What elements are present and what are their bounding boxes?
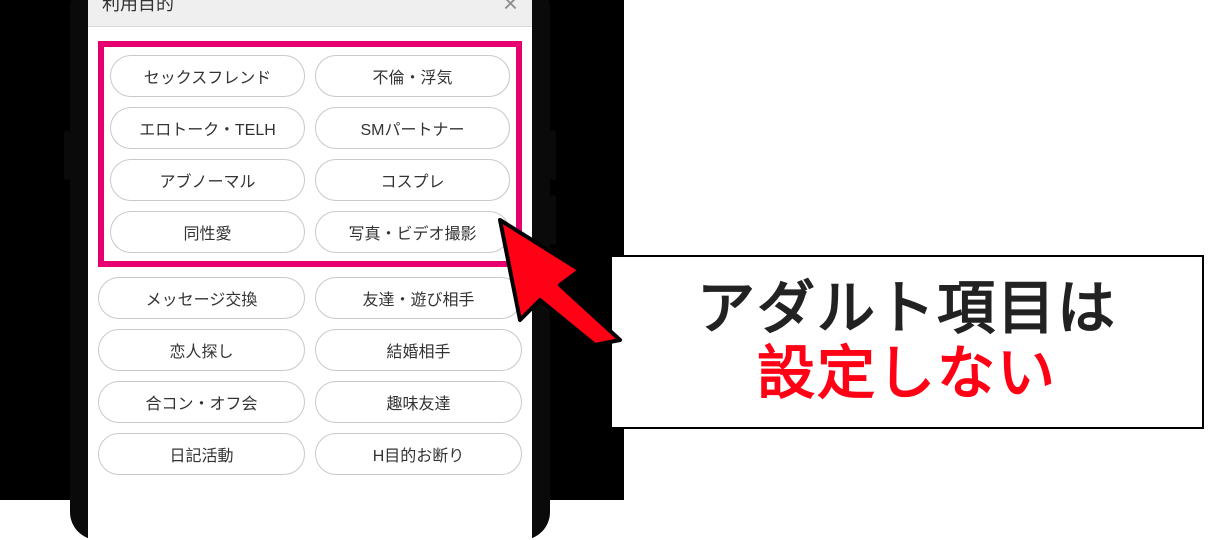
purpose-chip[interactable]: 写真・ビデオ撮影 [315,211,510,253]
chip-row: 恋人探し 結婚相手 [98,329,522,371]
chip-row: 日記活動 H目的お断り [98,433,522,475]
phone-side-button [550,195,556,245]
purpose-chip[interactable]: コスプレ [315,159,510,201]
purpose-chip[interactable]: 同性愛 [110,211,305,253]
modal-body: セックスフレンド 不倫・浮気 エロトーク・TELH SMパートナー アブノーマル… [88,27,532,475]
purpose-chip[interactable]: 恋人探し [98,329,305,371]
purpose-chip[interactable]: 趣味友達 [315,381,522,423]
chip-row: セックスフレンド 不倫・浮気 [110,55,510,97]
adult-options-highlight: セックスフレンド 不倫・浮気 エロトーク・TELH SMパートナー アブノーマル… [98,41,522,267]
chip-row: 同性愛 写真・ビデオ撮影 [110,211,510,253]
phone-frame: 利用目的 × セックスフレンド 不倫・浮気 エロトーク・TELH SMパートナー… [70,0,550,540]
modal-title: 利用目的 [102,0,174,16]
phone-side-button [64,130,70,180]
modal-header: 利用目的 × [88,0,532,27]
callout-line-1: アダルト項目は [697,277,1117,342]
purpose-chip[interactable]: 結婚相手 [315,329,522,371]
callout-line-2: 設定しない [757,342,1057,407]
phone-side-button [550,130,556,180]
phone-screen: 利用目的 × セックスフレンド 不倫・浮気 エロトーク・TELH SMパートナー… [88,0,532,540]
chip-row: 合コン・オフ会 趣味友達 [98,381,522,423]
stage-black-bg: 利用目的 × セックスフレンド 不倫・浮気 エロトーク・TELH SMパートナー… [0,0,624,500]
purpose-chip[interactable]: 不倫・浮気 [315,55,510,97]
purpose-chip[interactable]: メッセージ交換 [98,277,305,319]
purpose-chip[interactable]: 友達・遊び相手 [315,277,522,319]
close-icon[interactable]: × [503,0,518,16]
purpose-chip[interactable]: エロトーク・TELH [110,107,305,149]
chip-row: エロトーク・TELH SMパートナー [110,107,510,149]
chip-row: メッセージ交換 友達・遊び相手 [98,277,522,319]
purpose-chip[interactable]: SMパートナー [315,107,510,149]
purpose-chip[interactable]: H目的お断り [315,433,522,475]
purpose-chip[interactable]: セックスフレンド [110,55,305,97]
annotation-callout: アダルト項目は 設定しない [610,255,1204,429]
chip-row: アブノーマル コスプレ [110,159,510,201]
purpose-chip[interactable]: 日記活動 [98,433,305,475]
purpose-chip[interactable]: 合コン・オフ会 [98,381,305,423]
purpose-chip[interactable]: アブノーマル [110,159,305,201]
